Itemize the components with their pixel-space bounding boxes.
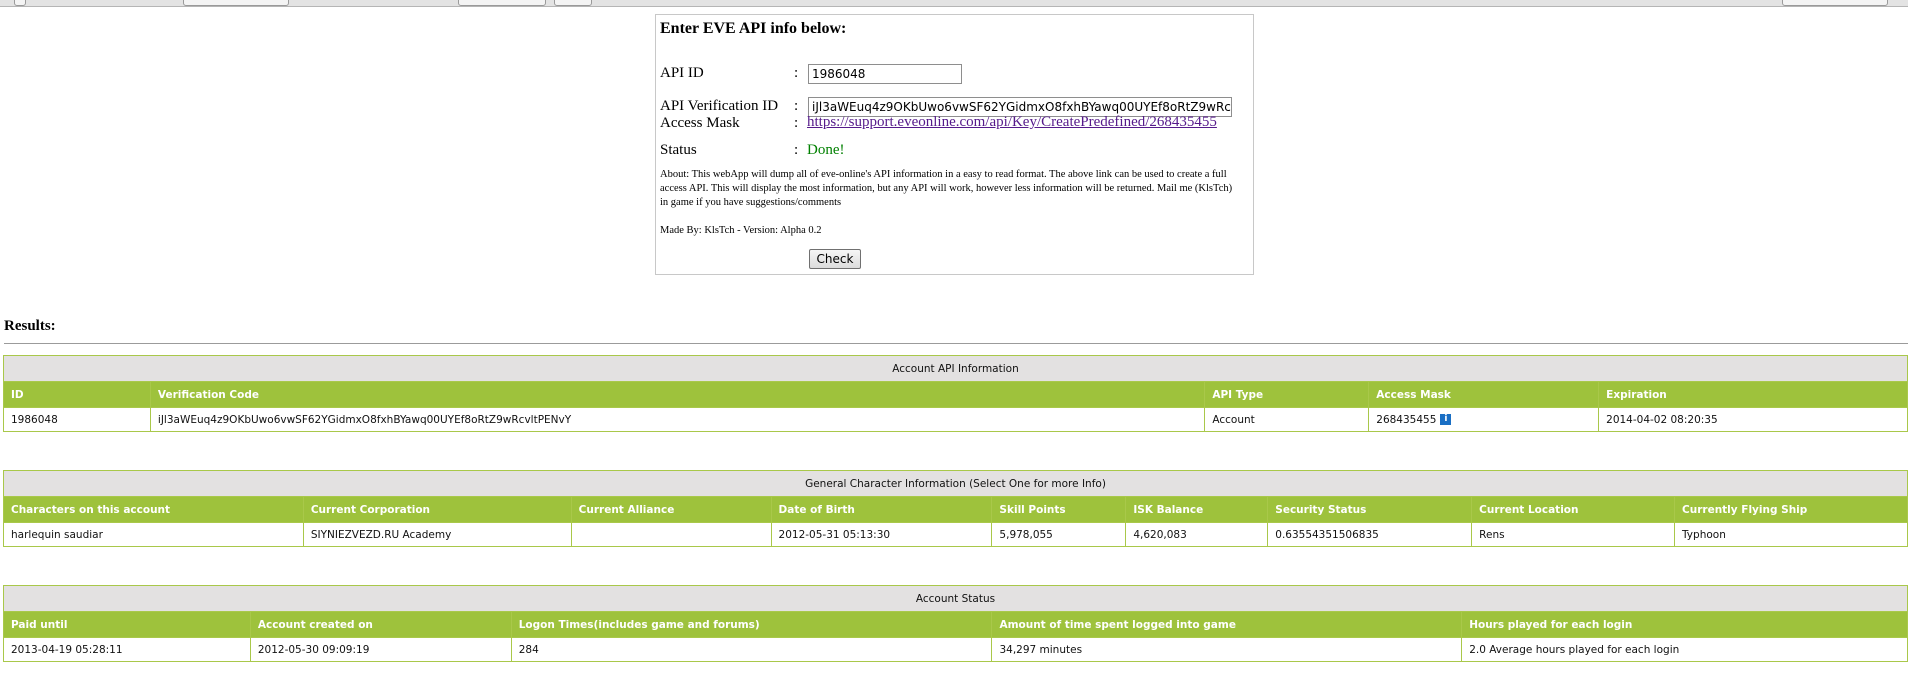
api-id-label: API ID xyxy=(660,65,704,81)
colon: : xyxy=(794,65,799,81)
table-cell: 268435455 i xyxy=(1368,407,1600,432)
divider xyxy=(4,343,1908,344)
table-cell: Typhoon xyxy=(1674,522,1908,547)
table-cell: 2.0 Average hours played for each login xyxy=(1461,637,1908,662)
column-header: Current Location xyxy=(1471,496,1676,523)
table-cell: 284 xyxy=(510,637,993,662)
verification-label: API Verification ID xyxy=(660,98,779,114)
table-cell: 2012-05-31 05:13:30 xyxy=(770,522,993,547)
table-cell: iJl3aWEuq4z9OKbUwo6vwSF62YGidmxO8fxhBYaw… xyxy=(149,407,1206,432)
status-label: Status xyxy=(660,142,697,158)
column-header: Verification Code xyxy=(149,381,1206,408)
form-title: Enter EVE API info below: xyxy=(660,20,847,37)
column-header: Access Mask xyxy=(1368,381,1600,408)
column-header: Hours played for each login xyxy=(1461,611,1908,638)
access-mask-label: Access Mask xyxy=(660,115,740,131)
toolbar-field[interactable] xyxy=(1782,0,1888,6)
results-title: Results: xyxy=(4,318,56,334)
column-header: Security Status xyxy=(1267,496,1473,523)
character-info-table: General Character Information (Select On… xyxy=(3,470,1908,547)
column-header: Skill Points xyxy=(991,496,1127,523)
api-form-panel: Enter EVE API info below: API ID : 19860… xyxy=(655,14,1254,275)
column-header: Characters on this account xyxy=(3,496,304,523)
column-header: Logon Times(includes game and forums) xyxy=(510,611,993,638)
table-cell: 5,978,055 xyxy=(991,522,1127,547)
column-header: API Type xyxy=(1204,381,1370,408)
column-header: Current Alliance xyxy=(570,496,772,523)
table-caption: Account API Information xyxy=(3,355,1908,382)
toolbar-button[interactable] xyxy=(554,0,592,6)
column-header: Paid until xyxy=(3,611,251,638)
info-icon[interactable]: i xyxy=(1440,414,1452,425)
access-mask-value: 268435455 xyxy=(1376,413,1437,426)
character-row[interactable]: harlequin saudiar SIYNIEZVEZD.RU Academy… xyxy=(3,522,1908,547)
table-cell xyxy=(570,522,772,547)
account-api-table: Account API Information ID Verification … xyxy=(3,355,1908,432)
table-cell: 4,620,083 xyxy=(1125,522,1269,547)
made-by-text: Made By: KlsTch - Version: Alpha 0.2 xyxy=(660,225,822,236)
table-row: 1986048 iJl3aWEuq4z9OKbUwo6vwSF62YGidmxO… xyxy=(3,407,1908,432)
browser-toolbar xyxy=(0,0,1908,7)
column-header: Expiration xyxy=(1598,381,1908,408)
table-cell: 2013-04-19 05:28:11 xyxy=(3,637,251,662)
toolbar-field[interactable] xyxy=(183,0,289,6)
colon: : xyxy=(794,142,799,158)
table-caption: General Character Information (Select On… xyxy=(3,470,1908,497)
check-button[interactable]: Check xyxy=(809,249,861,269)
table-caption: Account Status xyxy=(3,585,1908,612)
column-header: Current Corporation xyxy=(302,496,572,523)
column-header: Currently Flying Ship xyxy=(1674,496,1908,523)
table-cell: 2012-05-30 09:09:19 xyxy=(249,637,512,662)
access-mask-link[interactable]: https://support.eveonline.com/api/Key/Cr… xyxy=(807,114,1217,131)
about-text: About: This webApp will dump all of eve-… xyxy=(660,169,1233,208)
column-header: Account created on xyxy=(249,611,512,638)
api-id-input[interactable]: 1986048 xyxy=(808,64,962,84)
character-name[interactable]: harlequin saudiar xyxy=(3,522,304,547)
colon: : xyxy=(794,115,799,131)
toolbar-field[interactable] xyxy=(458,0,546,6)
colon: : xyxy=(794,98,799,114)
column-header: Amount of time spent logged into game xyxy=(991,611,1463,638)
table-cell: 1986048 xyxy=(3,407,151,432)
column-header: ID xyxy=(3,381,151,408)
toolbar-icon[interactable] xyxy=(14,0,26,6)
column-header: ISK Balance xyxy=(1125,496,1269,523)
table-cell: 2014-04-02 08:20:35 xyxy=(1598,407,1908,432)
table-row: 2013-04-19 05:28:11 2012-05-30 09:09:19 … xyxy=(3,637,1908,662)
table-cell: Rens xyxy=(1471,522,1676,547)
account-status-table: Account Status Paid until Account create… xyxy=(3,585,1908,662)
status-value: Done! xyxy=(807,142,845,158)
table-cell: 34,297 minutes xyxy=(991,637,1463,662)
table-cell: Account xyxy=(1204,407,1370,432)
column-header: Date of Birth xyxy=(770,496,993,523)
table-cell: SIYNIEZVEZD.RU Academy xyxy=(302,522,572,547)
table-cell: 0.63554351506835 xyxy=(1267,522,1473,547)
